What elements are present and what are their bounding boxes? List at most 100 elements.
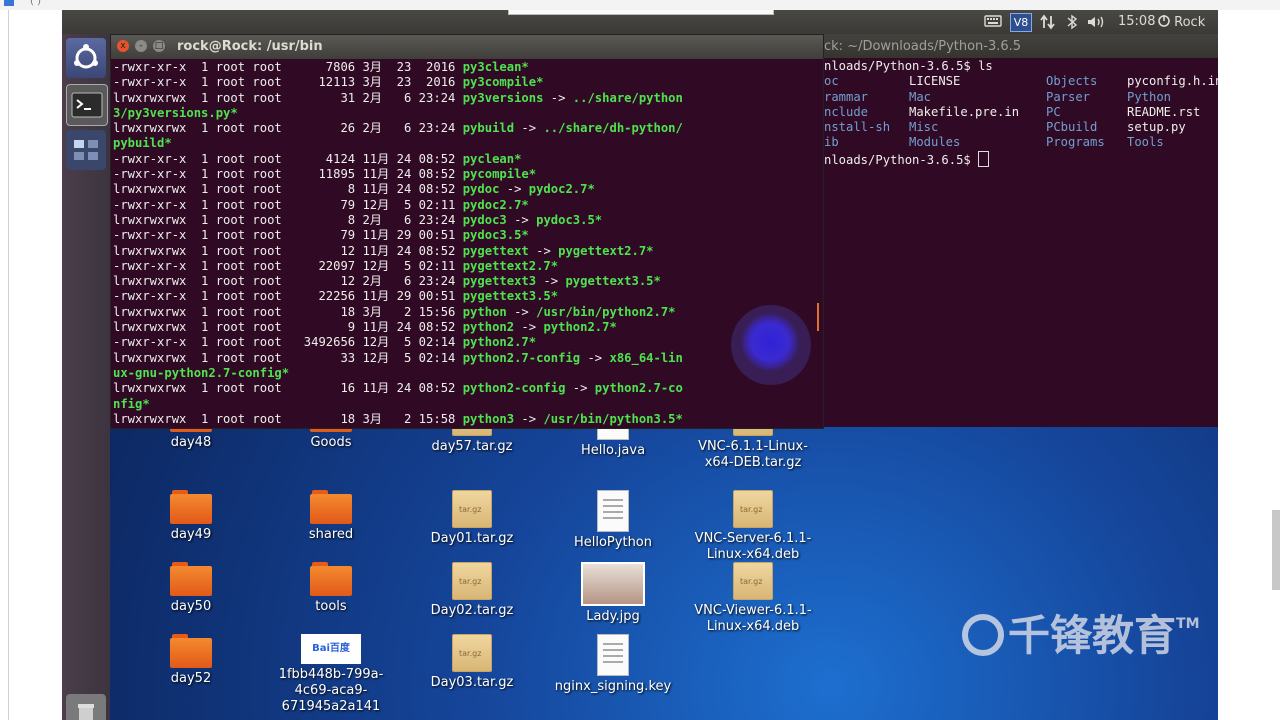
terminal-prompt: nloads/Python-3.6.5$ [824,150,1216,168]
symlink-target: -> [499,182,522,197]
desktop-icon-label: VNC-6.1.1-Linux-x64-DEB.tar.gz [698,439,808,470]
desktop-icon-vnc-server-6-1-1-linux-x64-deb[interactable]: tar.gz VNC-Server-6.1.1-Linux-x64.deb [693,490,813,563]
desktop-icon-day02-tar-gz[interactable]: tar.gz Day02.tar.gz [412,562,532,619]
terminal-window-usr-bin[interactable]: x - □ rock@Rock: /usr/bin -rwxr-xr-x 1 r… [110,34,824,429]
file-meta: -rwxr-xr-x 1 root root 3492656 12月 5 02:… [113,335,463,350]
terminal-line: pybuild* [113,136,821,151]
desktop-icon-label: Goods [310,435,352,450]
desktop-icon-day52[interactable]: day52 [131,634,251,687]
ls-entry: PCbuild [1046,120,1098,135]
desktop-icon-nginx-signing-key[interactable]: nginx_signing.key [553,634,673,695]
desktop-icon-label: Day03.tar.gz [430,675,514,690]
volume-icon[interactable] [1086,14,1108,30]
file-meta: lrwxrwxrwx 1 root root 31 2月 6 23:24 [113,90,463,105]
ls-entry: Makefile.pre.in [909,104,1020,119]
terminal-downloads-titlebar[interactable]: ck: ~/Downloads/Python-3.6.5 [822,34,1218,58]
file-meta: lrwxrwxrwx 1 root root 9 11月 24 08:52 [113,320,463,335]
terminal-scrollbar[interactable] [817,303,819,331]
ls-entry: Objects [1046,74,1098,89]
desktop-icon-day01-tar-gz[interactable]: tar.gz Day01.tar.gz [412,490,532,547]
desktop-icon-label: day49 [170,527,212,542]
desktop-icon-vnc-viewer-6-1-1-linux-x64-deb[interactable]: tar.gz VNC-Viewer-6.1.1-Linux-x64.deb [693,562,813,635]
desktop-icon-day49[interactable]: day49 [131,490,251,543]
terminal-title: rock@Rock: /usr/bin [177,39,323,54]
bluetooth-icon[interactable] [1066,14,1078,30]
user-menu[interactable]: Rock [1158,14,1205,30]
network-icon[interactable] [1040,14,1056,30]
desktop-icon-shared[interactable]: shared [271,490,391,543]
folder-icon [310,562,352,596]
ls-output-row: oc LICENSE Objects pyconfig.h.in [824,74,1218,89]
minimize-button[interactable]: - [135,40,147,52]
file-name: pybuild* [113,136,172,151]
file-name: python2-config [462,381,566,396]
baidu-logo-icon: Bai百度 [301,634,361,664]
maximize-button[interactable]: □ [153,40,165,52]
desktop-icon-lady-jpg[interactable]: Lady.jpg [553,562,673,625]
archive-tag: tar.gz [740,577,763,586]
watermark-logo-icon [962,614,1004,656]
maximize-icon: □ [154,41,164,51]
ls-entry: Mac [909,89,932,104]
cursor-highlight [741,313,799,371]
file-name: py3versions [462,90,544,105]
file-name: python [462,304,507,319]
desktop-icon-hellopython[interactable]: HelloPython [553,490,673,551]
host-left-margin [0,10,62,720]
host-scrollbar[interactable] [1272,510,1280,590]
desktop-icon-1fbb448b-799a-4c69-aca9-671945a2a141[interactable]: Bai百度 1fbb448b-799a-4c69-aca9-671945a2a14… [271,634,391,715]
ls-entry: oc [824,74,839,89]
file-name: pybuild [462,121,515,136]
file-meta: -rwxr-xr-x 1 root root 79 12月 5 02:11 [113,197,463,212]
panel-white-strip [508,10,774,15]
terminal-line: 3/py3versions.py* [113,106,821,121]
terminal-line: -rwxr-xr-x 1 root root 22097 12月 5 02:11… [113,259,821,274]
symlink-target: -> [506,304,529,319]
ubuntu-dash-button[interactable] [66,38,106,78]
terminal-line: lrwxrwxrwx 1 root root 12 2月 6 23:24 pyg… [113,274,661,289]
close-button[interactable]: x [117,40,129,52]
desktop-icon-label: VNC-Viewer-6.1.1-Linux-x64.deb [694,603,812,634]
desktop-icon-tools[interactable]: tools [271,562,391,615]
trash-icon[interactable] [66,694,106,720]
desktop-icon-label: day57.tar.gz [431,439,513,454]
file-name: nfig* [113,396,150,411]
ls-entry: nstall-sh [824,120,891,135]
file-meta: lrwxrwxrwx 1 root root 18 3月 2 15:58 [113,411,463,426]
terminal-line: lrwxrwxrwx 1 root root 18 3月 2 15:58 pyt… [113,411,683,426]
terminal-titlebar[interactable]: x - □ rock@Rock: /usr/bin [111,35,823,59]
desktop-icon-day03-tar-gz[interactable]: tar.gz Day03.tar.gz [412,634,532,691]
archive-icon: tar.gz [452,490,492,528]
terminal-prompt-ls: nloads/Python-3.6.5$ ls [824,59,993,73]
ls-entry: setup.py [1127,120,1186,135]
terminal-body[interactable]: -rwxr-xr-x 1 root root 7806 3月 23 2016 p… [113,60,821,426]
terminal-downloads-title: ck: ~/Downloads/Python-3.6.5 [824,39,1022,54]
terminal-line: lrwxrwxrwx 1 root root 12 11月 24 08:52 p… [113,243,654,258]
terminal-line: -rwxr-xr-x 1 root root 4124 11月 24 08:52… [113,152,821,167]
file-meta: -rwxr-xr-x 1 root root 22256 11月 29 00:5… [113,289,463,304]
symlink-target: -> [580,350,603,365]
vs-badge[interactable]: V8 [1010,13,1032,32]
file-meta: -rwxr-xr-x 1 root root 7806 3月 23 2016 [113,60,463,74]
workspace-switcher-icon[interactable] [66,130,106,170]
ls-entry: Programs [1046,135,1105,150]
file-name: pygettext3.5* [462,289,559,304]
symlink-target: -> [565,381,588,396]
desktop-icon-label: day50 [170,599,212,614]
file-name: python2.7* [462,335,537,350]
file-meta: lrwxrwxrwx 1 root root 18 3月 2 15:56 [113,304,463,319]
terminal-line: lrwxrwxrwx 1 root root 8 2月 6 23:24 pydo… [113,212,603,227]
desktop-icon-label: day52 [170,671,212,686]
clock[interactable]: 15:08 [1118,14,1155,30]
file-meta: -rwxr-xr-x 1 root root 22097 12月 5 02:11 [113,258,463,273]
file-name: pyclean* [462,151,522,166]
file-name: pydoc [462,182,500,197]
desktop-icon-day50[interactable]: day50 [131,562,251,615]
keyboard-icon[interactable] [984,14,1002,30]
file-meta: lrwxrwxrwx 1 root root 8 2月 6 23:24 [113,212,463,227]
terminal-line: -rwxr-xr-x 1 root root 79 12月 5 02:11 py… [113,198,821,213]
terminal-launcher-icon[interactable] [66,84,108,126]
terminal-downloads-body[interactable]: nloads/Python-3.6.5$ ls oc LICENSE Objects p… [824,59,1218,425]
terminal-window-downloads[interactable]: ck: ~/Downloads/Python-3.6.5 nloads/Pyth… [822,34,1218,427]
file-meta: lrwxrwxrwx 1 root root 16 11月 24 08:52 [113,381,463,396]
